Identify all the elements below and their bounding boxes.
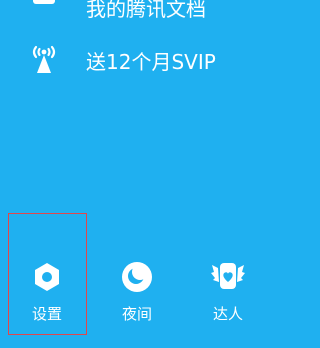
night-mode-icon <box>119 259 155 295</box>
menu-item-label: 送12个月SVIP <box>86 50 216 74</box>
settings-label: 设置 <box>31 305 62 323</box>
menu-item-my-tencent-docs[interactable]: 我的腾讯文档 <box>0 0 300 22</box>
settings-icon <box>29 259 65 295</box>
menu-item-label: 我的腾讯文档 <box>86 0 206 21</box>
expert-badge-icon <box>210 259 246 295</box>
broadcast-tower-icon <box>30 44 58 76</box>
night-mode-label: 夜间 <box>121 305 152 323</box>
menu-item-svip-promo[interactable]: 送12个月SVIP <box>0 40 300 84</box>
document-box-icon <box>30 0 58 18</box>
settings-button[interactable]: 设置 <box>12 255 82 330</box>
expert-label: 达人 <box>212 305 243 323</box>
night-mode-button[interactable]: 夜间 <box>102 255 172 330</box>
expert-button[interactable]: 达人 <box>193 255 263 330</box>
